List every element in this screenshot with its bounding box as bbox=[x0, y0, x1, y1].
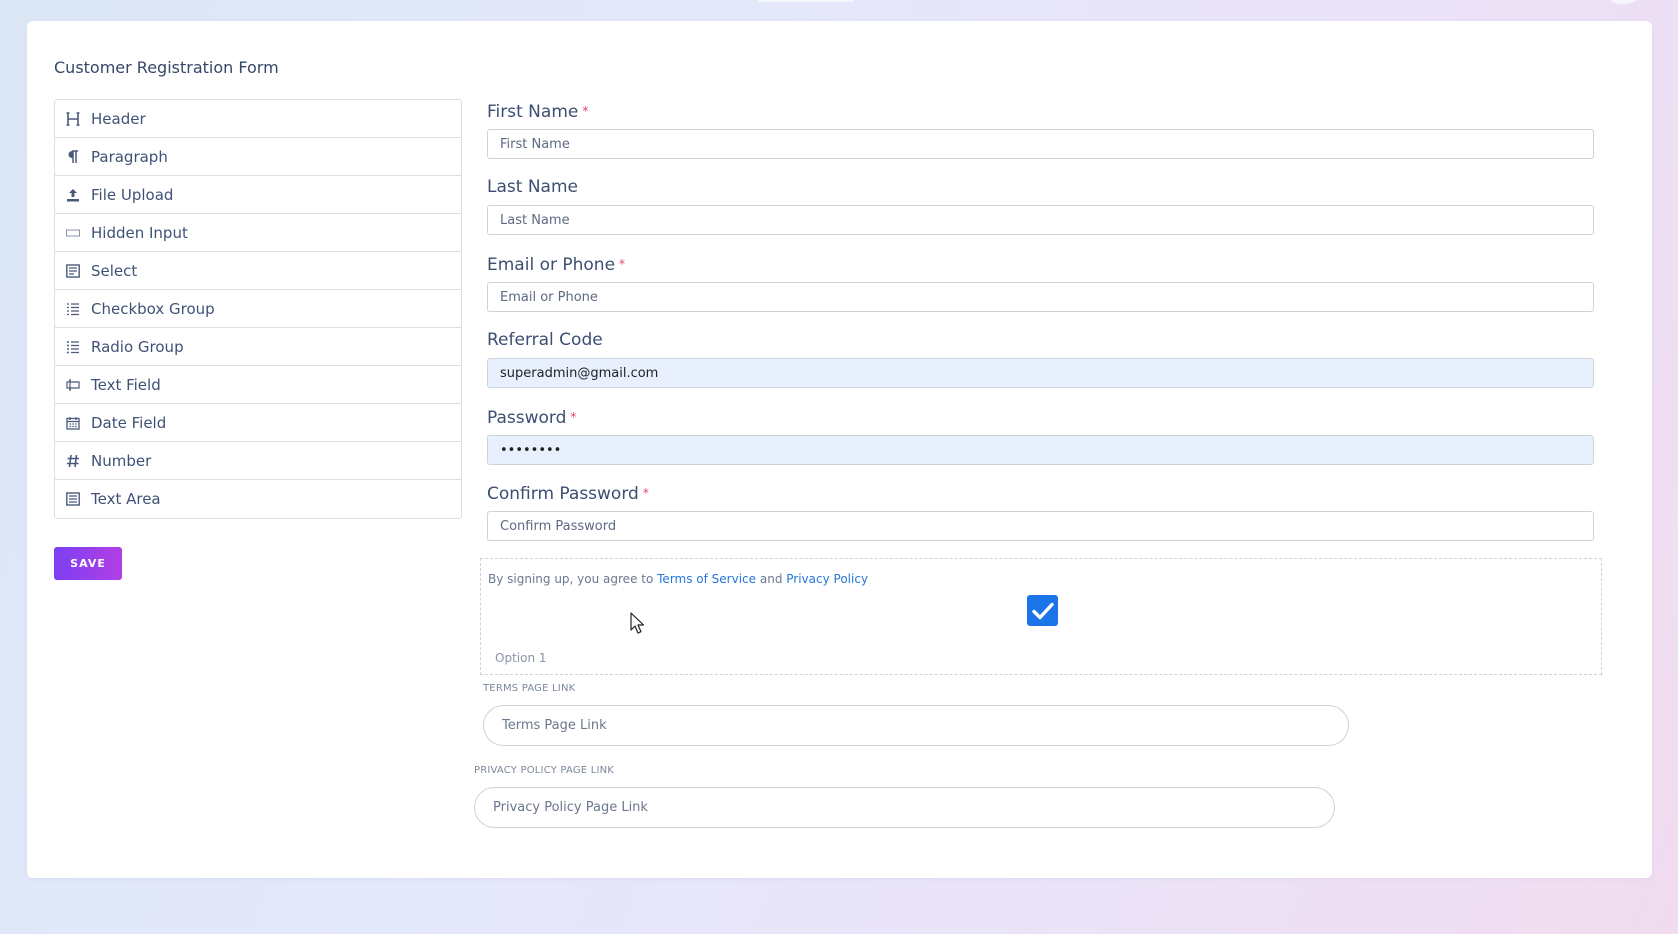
palette-item-radio-group[interactable]: Radio Group bbox=[55, 328, 461, 366]
privacy-policy-page-link-label: PRIVACY POLICY PAGE LINK bbox=[474, 765, 615, 776]
confirm-password-input[interactable] bbox=[487, 511, 1594, 541]
last-name-group: Last Name bbox=[487, 177, 1594, 235]
confirm-password-group: Confirm Password * bbox=[487, 483, 1594, 541]
required-marker: * bbox=[619, 257, 626, 271]
palette-item-label: Checkbox Group bbox=[91, 299, 215, 318]
palette-item-hidden-input[interactable]: Hidden Input bbox=[55, 214, 461, 252]
select-icon bbox=[65, 263, 81, 278]
header-icon bbox=[65, 111, 81, 126]
avatar[interactable] bbox=[1607, 0, 1639, 4]
terms-page-link-input[interactable] bbox=[483, 705, 1349, 746]
palette-item-paragraph[interactable]: Paragraph bbox=[55, 138, 461, 176]
mouse-cursor-icon bbox=[630, 612, 644, 634]
save-button[interactable]: SAVE bbox=[54, 547, 122, 580]
required-marker: * bbox=[642, 486, 649, 500]
palette-item-label: Header bbox=[91, 109, 146, 128]
terms-text: By signing up, you agree to Terms of Ser… bbox=[488, 572, 869, 586]
terms-page-link-label: TERMS PAGE LINK bbox=[483, 683, 576, 694]
email-label: Email or Phone * bbox=[487, 255, 626, 275]
palette-item-label: Text Area bbox=[91, 490, 161, 508]
confirm-password-label: Confirm Password * bbox=[487, 484, 649, 504]
first-name-group: First Name * bbox=[487, 101, 1594, 159]
required-marker: * bbox=[582, 104, 589, 118]
upload-icon bbox=[65, 188, 81, 202]
palette-item-select[interactable]: Select bbox=[55, 252, 461, 290]
checkbox-group-icon bbox=[65, 302, 81, 316]
agree-checkbox[interactable] bbox=[1027, 595, 1058, 626]
palette-item-label: Radio Group bbox=[91, 337, 184, 356]
palette-item-number[interactable]: Number bbox=[55, 442, 461, 480]
top-tab-indicator bbox=[758, 0, 854, 2]
first-name-input[interactable] bbox=[487, 129, 1594, 159]
text-area-icon bbox=[65, 492, 81, 506]
palette-item-label: Date Field bbox=[91, 413, 167, 432]
radio-group-icon bbox=[65, 340, 81, 354]
page-title: Customer Registration Form bbox=[54, 58, 279, 77]
required-marker: * bbox=[570, 410, 577, 424]
form-builder-card: Customer Registration Form Header Paragr… bbox=[27, 21, 1652, 878]
referral-label: Referral Code bbox=[487, 330, 603, 350]
palette-item-checkbox-group[interactable]: Checkbox Group bbox=[55, 290, 461, 328]
password-group: Password * bbox=[487, 407, 1594, 465]
referral-input[interactable] bbox=[487, 358, 1594, 388]
palette-item-header[interactable]: Header bbox=[55, 100, 461, 138]
palette-item-date-field[interactable]: Date Field bbox=[55, 404, 461, 442]
field-palette: Header Paragraph File Upload Hidden Inpu… bbox=[54, 99, 462, 519]
email-input[interactable] bbox=[487, 282, 1594, 312]
checkmark-icon bbox=[1031, 602, 1054, 619]
palette-item-text-field[interactable]: Text Field bbox=[55, 366, 461, 404]
text-field-icon bbox=[65, 378, 81, 391]
hidden-input-icon bbox=[65, 228, 81, 238]
terms-of-service-link[interactable]: Terms of Service bbox=[657, 572, 756, 586]
palette-item-label: Text Field bbox=[91, 375, 161, 394]
first-name-label: First Name * bbox=[487, 102, 589, 122]
paragraph-icon bbox=[65, 149, 81, 164]
last-name-input[interactable] bbox=[487, 205, 1594, 235]
option-label: Option 1 bbox=[495, 651, 547, 665]
palette-item-file-upload[interactable]: File Upload bbox=[55, 176, 461, 214]
referral-group: Referral Code bbox=[487, 330, 1594, 388]
palette-item-text-area[interactable]: Text Area bbox=[55, 480, 461, 518]
hash-icon bbox=[65, 454, 81, 468]
password-input[interactable] bbox=[487, 435, 1594, 465]
last-name-label: Last Name bbox=[487, 177, 578, 197]
palette-item-label: Number bbox=[91, 451, 152, 470]
terms-agreement-block: By signing up, you agree to Terms of Ser… bbox=[480, 558, 1602, 675]
privacy-policy-link[interactable]: Privacy Policy bbox=[786, 572, 868, 586]
privacy-policy-page-link-input[interactable] bbox=[474, 787, 1335, 828]
password-label: Password * bbox=[487, 408, 577, 428]
calendar-icon bbox=[65, 416, 81, 430]
palette-item-label: Select bbox=[91, 261, 138, 280]
palette-item-label: Paragraph bbox=[91, 147, 168, 166]
palette-item-label: File Upload bbox=[91, 185, 174, 204]
email-group: Email or Phone * bbox=[487, 254, 1594, 312]
palette-item-label: Hidden Input bbox=[91, 223, 188, 242]
